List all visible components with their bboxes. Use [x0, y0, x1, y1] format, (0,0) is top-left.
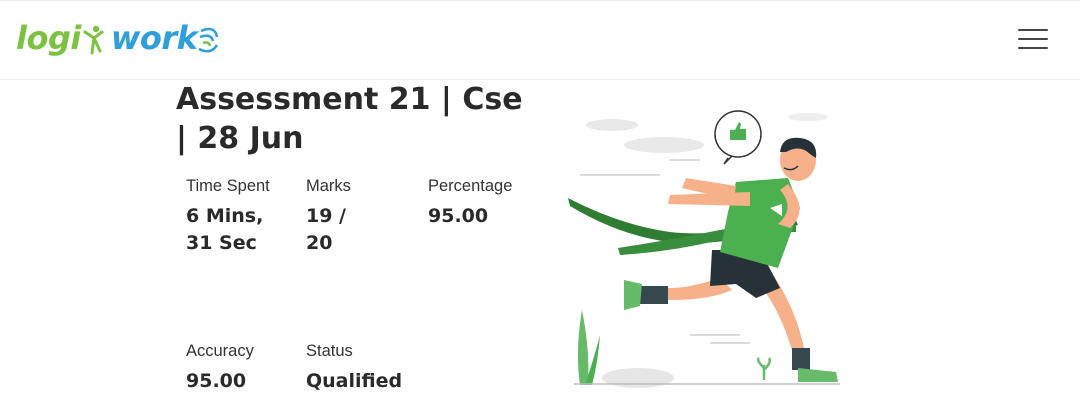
ground-bush — [602, 368, 674, 388]
stat-label: Time Spent — [186, 177, 270, 195]
stat-label: Marks — [306, 177, 351, 195]
cloud-shape — [624, 137, 704, 153]
thumbs-up-bubble-icon — [714, 110, 762, 165]
menu-line — [1018, 29, 1048, 31]
stat-marks: Marks 19 / 20 — [306, 176, 376, 257]
assessment-title: Assessment 21 | Cse | 28 Jun — [176, 82, 523, 156]
stat-value: 95.00 — [186, 370, 247, 392]
stat-label: Percentage — [428, 177, 513, 195]
stat-status: Status Qualified — [306, 341, 426, 395]
stat-value: 19 / 20 — [306, 205, 346, 254]
logo-figure-icon — [83, 25, 104, 55]
cloud-shape — [788, 113, 828, 121]
stat-time-spent: Time Spent 6 Mins, 31 Sec — [186, 176, 276, 257]
logo-swirl-icon — [198, 27, 219, 53]
stat-value: Qualified — [306, 370, 403, 392]
stat-accuracy: Accuracy 95.00 — [186, 341, 286, 395]
menu-line — [1018, 38, 1048, 40]
hamburger-menu-icon[interactable] — [1016, 25, 1050, 53]
logo-text-logi: logi — [16, 19, 81, 57]
stat-label: Accuracy — [186, 342, 254, 360]
stat-value: 6 Mins, 31 Sec — [186, 205, 264, 254]
runner-finish-line-illustration — [568, 110, 840, 388]
cloud-shape — [586, 119, 638, 131]
logo-wordmark: logi work — [16, 19, 221, 57]
menu-line — [1018, 47, 1048, 49]
stat-value: 95.00 — [428, 205, 489, 227]
stat-label: Status — [306, 342, 353, 360]
logo-text-work: work — [110, 19, 198, 57]
stat-percentage: Percentage 95.00 — [428, 176, 538, 230]
top-navigation-bar: logi work — [0, 0, 1080, 80]
plant-icon — [577, 310, 589, 385]
logiwork-logo[interactable]: logi work — [16, 13, 221, 63]
sprout-icon — [756, 356, 772, 380]
